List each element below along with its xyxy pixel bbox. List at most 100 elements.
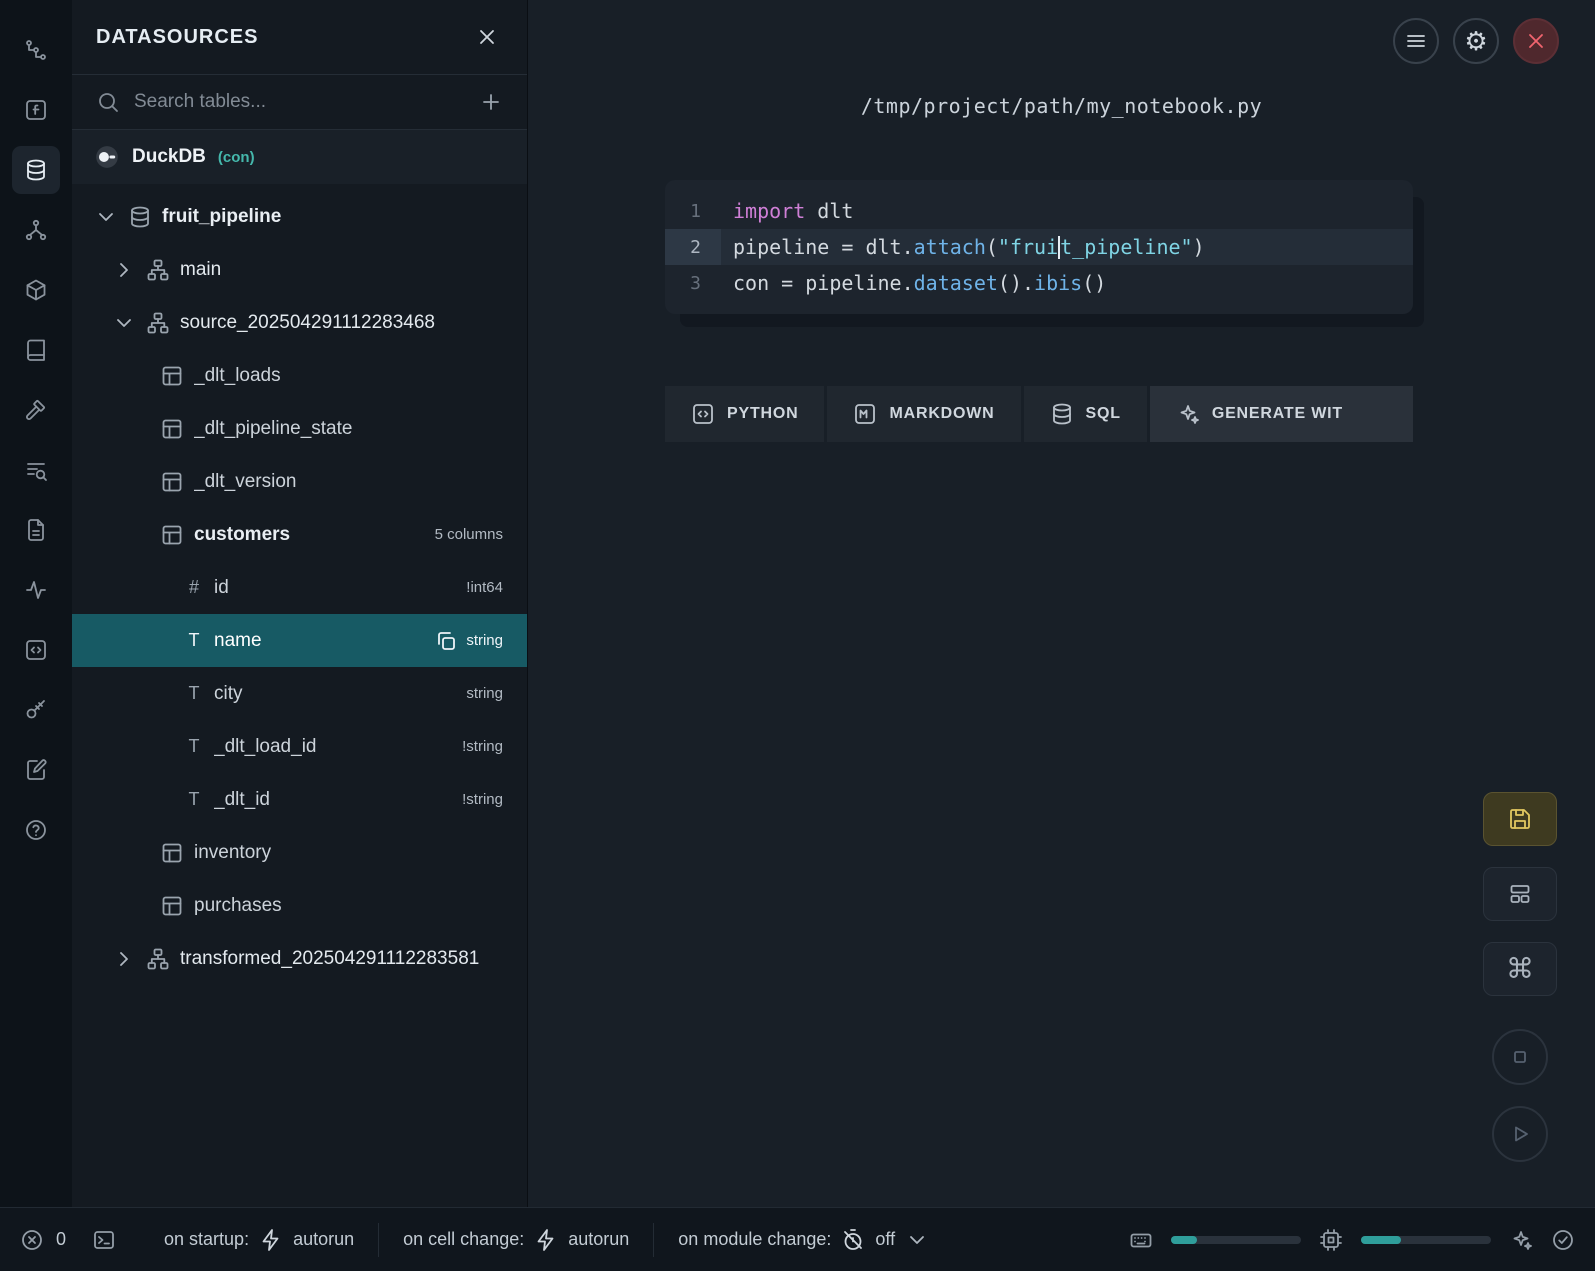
datasources-panel: DATASOURCES DuckDB (con) fruit_pipeline [72,0,528,1207]
settings-button[interactable]: ⚙ [1453,18,1499,64]
secrets-icon[interactable] [12,686,60,734]
tree-row-table[interactable]: customers 5 columns [72,508,527,561]
generate-with-ai-button[interactable]: GENERATE WIT [1150,386,1413,442]
packages-icon[interactable] [12,266,60,314]
database-icon [1050,402,1074,426]
add-datasource-button[interactable] [469,82,513,122]
tree-row-column[interactable]: # id !int64 [72,561,527,614]
line-number: 3 [665,265,721,301]
close-icon [1524,29,1548,53]
slider-fill [1361,1236,1401,1244]
cpu-size-slider[interactable] [1361,1236,1491,1244]
tree-row-schema[interactable]: main [72,243,527,296]
tree-row-column[interactable]: T _dlt_id !string [72,773,527,826]
schema-icon [146,258,170,282]
tree-row-table[interactable]: inventory [72,826,527,879]
tree-row-table[interactable]: _dlt_loads [72,349,527,402]
menu-button[interactable] [1393,18,1439,64]
play-icon [1508,1122,1532,1146]
logo-icon[interactable] [12,26,60,74]
documentation-icon[interactable] [12,326,60,374]
table-icon [160,417,184,441]
error-count: 0 [56,1229,66,1250]
timer-off-icon [841,1228,865,1252]
keyboard-size-slider[interactable] [1171,1236,1301,1244]
window-controls: ⚙ [1393,18,1559,64]
markdown-icon [853,402,877,426]
chevron-down-icon [112,311,136,335]
text-type-icon: T [184,630,204,651]
tree-row-column-selected[interactable]: T name string [72,614,527,667]
scratchpad-icon[interactable] [12,746,60,794]
database-icon [128,205,152,229]
schema-icon [146,947,170,971]
on-cell-change-setting[interactable]: on cell change: autorun [378,1223,653,1257]
errors-indicator[interactable] [20,1228,44,1252]
text-type-icon: T [184,736,204,757]
tree-row-table[interactable]: purchases [72,879,527,932]
number-type-icon: # [184,577,204,598]
table-icon [160,470,184,494]
table-icon [160,894,184,918]
on-cell-change-value: autorun [568,1229,629,1250]
file-explorer-icon[interactable] [12,506,60,554]
sparkles-icon [1176,402,1200,426]
code-line: 1 import dlt [665,193,1413,229]
help-icon[interactable] [12,806,60,854]
gear-icon: ⚙ [1464,28,1487,54]
layout-toggle-button[interactable] [1483,867,1557,921]
functions-icon[interactable] [12,86,60,134]
tree-row-column[interactable]: T city string [72,667,527,720]
on-startup-setting[interactable]: on startup: autorun [140,1223,378,1257]
check-circle-icon [1551,1228,1575,1252]
duckdb-logo-icon [94,144,120,170]
hamburger-icon [1404,29,1428,53]
add-sql-cell-button[interactable]: SQL [1024,386,1147,442]
ai-sparkle-button[interactable] [1509,1228,1533,1252]
snippets-icon[interactable] [12,626,60,674]
datasources-icon[interactable] [12,146,60,194]
engine-connection: (con) [218,149,255,166]
on-startup-value: autorun [293,1229,354,1250]
tracing-icon[interactable] [12,566,60,614]
duckdb-connection[interactable]: DuckDB (con) [72,130,527,184]
add-markdown-cell-button[interactable]: MARKDOWN [827,386,1020,442]
terminal-button[interactable] [92,1228,116,1252]
tree-row-column[interactable]: T _dlt_load_id !string [72,720,527,773]
table-icon [160,523,184,547]
close-panel-button[interactable] [475,25,499,49]
tools-icon[interactable] [12,386,60,434]
tree-row-schema[interactable]: transformed_202504291112283581 [72,932,527,985]
line-number: 2 [665,229,721,265]
tree-row-table[interactable]: _dlt_pipeline_state [72,402,527,455]
content-area: DATASOURCES DuckDB (con) fruit_pipeline [0,0,1595,1207]
status-left: 0 [20,1223,140,1257]
table-icon [160,364,184,388]
add-cell-buttons: PYTHON MARKDOWN SQL GENERATE WIT [665,386,1413,442]
shutdown-button[interactable] [1513,18,1559,64]
connection-status-button[interactable] [1551,1228,1575,1252]
save-icon [1508,807,1532,831]
slider-fill [1171,1236,1197,1244]
sparkle-icon [1509,1228,1533,1252]
dependencies-icon[interactable] [12,206,60,254]
tree-row-database[interactable]: fruit_pipeline [72,190,527,243]
dtype-badge: !string [462,791,503,808]
search-input[interactable] [134,91,455,113]
dtype-badge: !int64 [466,579,503,596]
command-palette-button[interactable]: ⌘ [1483,942,1557,996]
on-cell-change-label: on cell change: [403,1229,524,1250]
on-module-change-label: on module change: [678,1229,831,1250]
interrupt-button[interactable] [1492,1029,1548,1085]
on-module-change-setting[interactable]: on module change: off [653,1223,953,1257]
copy-icon[interactable] [434,629,458,653]
add-python-cell-button[interactable]: PYTHON [665,386,824,442]
save-button[interactable] [1483,792,1557,846]
run-button[interactable] [1492,1106,1548,1162]
tree-row-schema[interactable]: source_202504291112283468 [72,296,527,349]
column-count-badge: 5 columns [435,526,503,543]
code-cell[interactable]: 1 import dlt 2 pipeline = dlt.attach("fr… [665,180,1413,314]
tree-row-table[interactable]: _dlt_version [72,455,527,508]
on-startup-label: on startup: [164,1229,249,1250]
logs-search-icon[interactable] [12,446,60,494]
